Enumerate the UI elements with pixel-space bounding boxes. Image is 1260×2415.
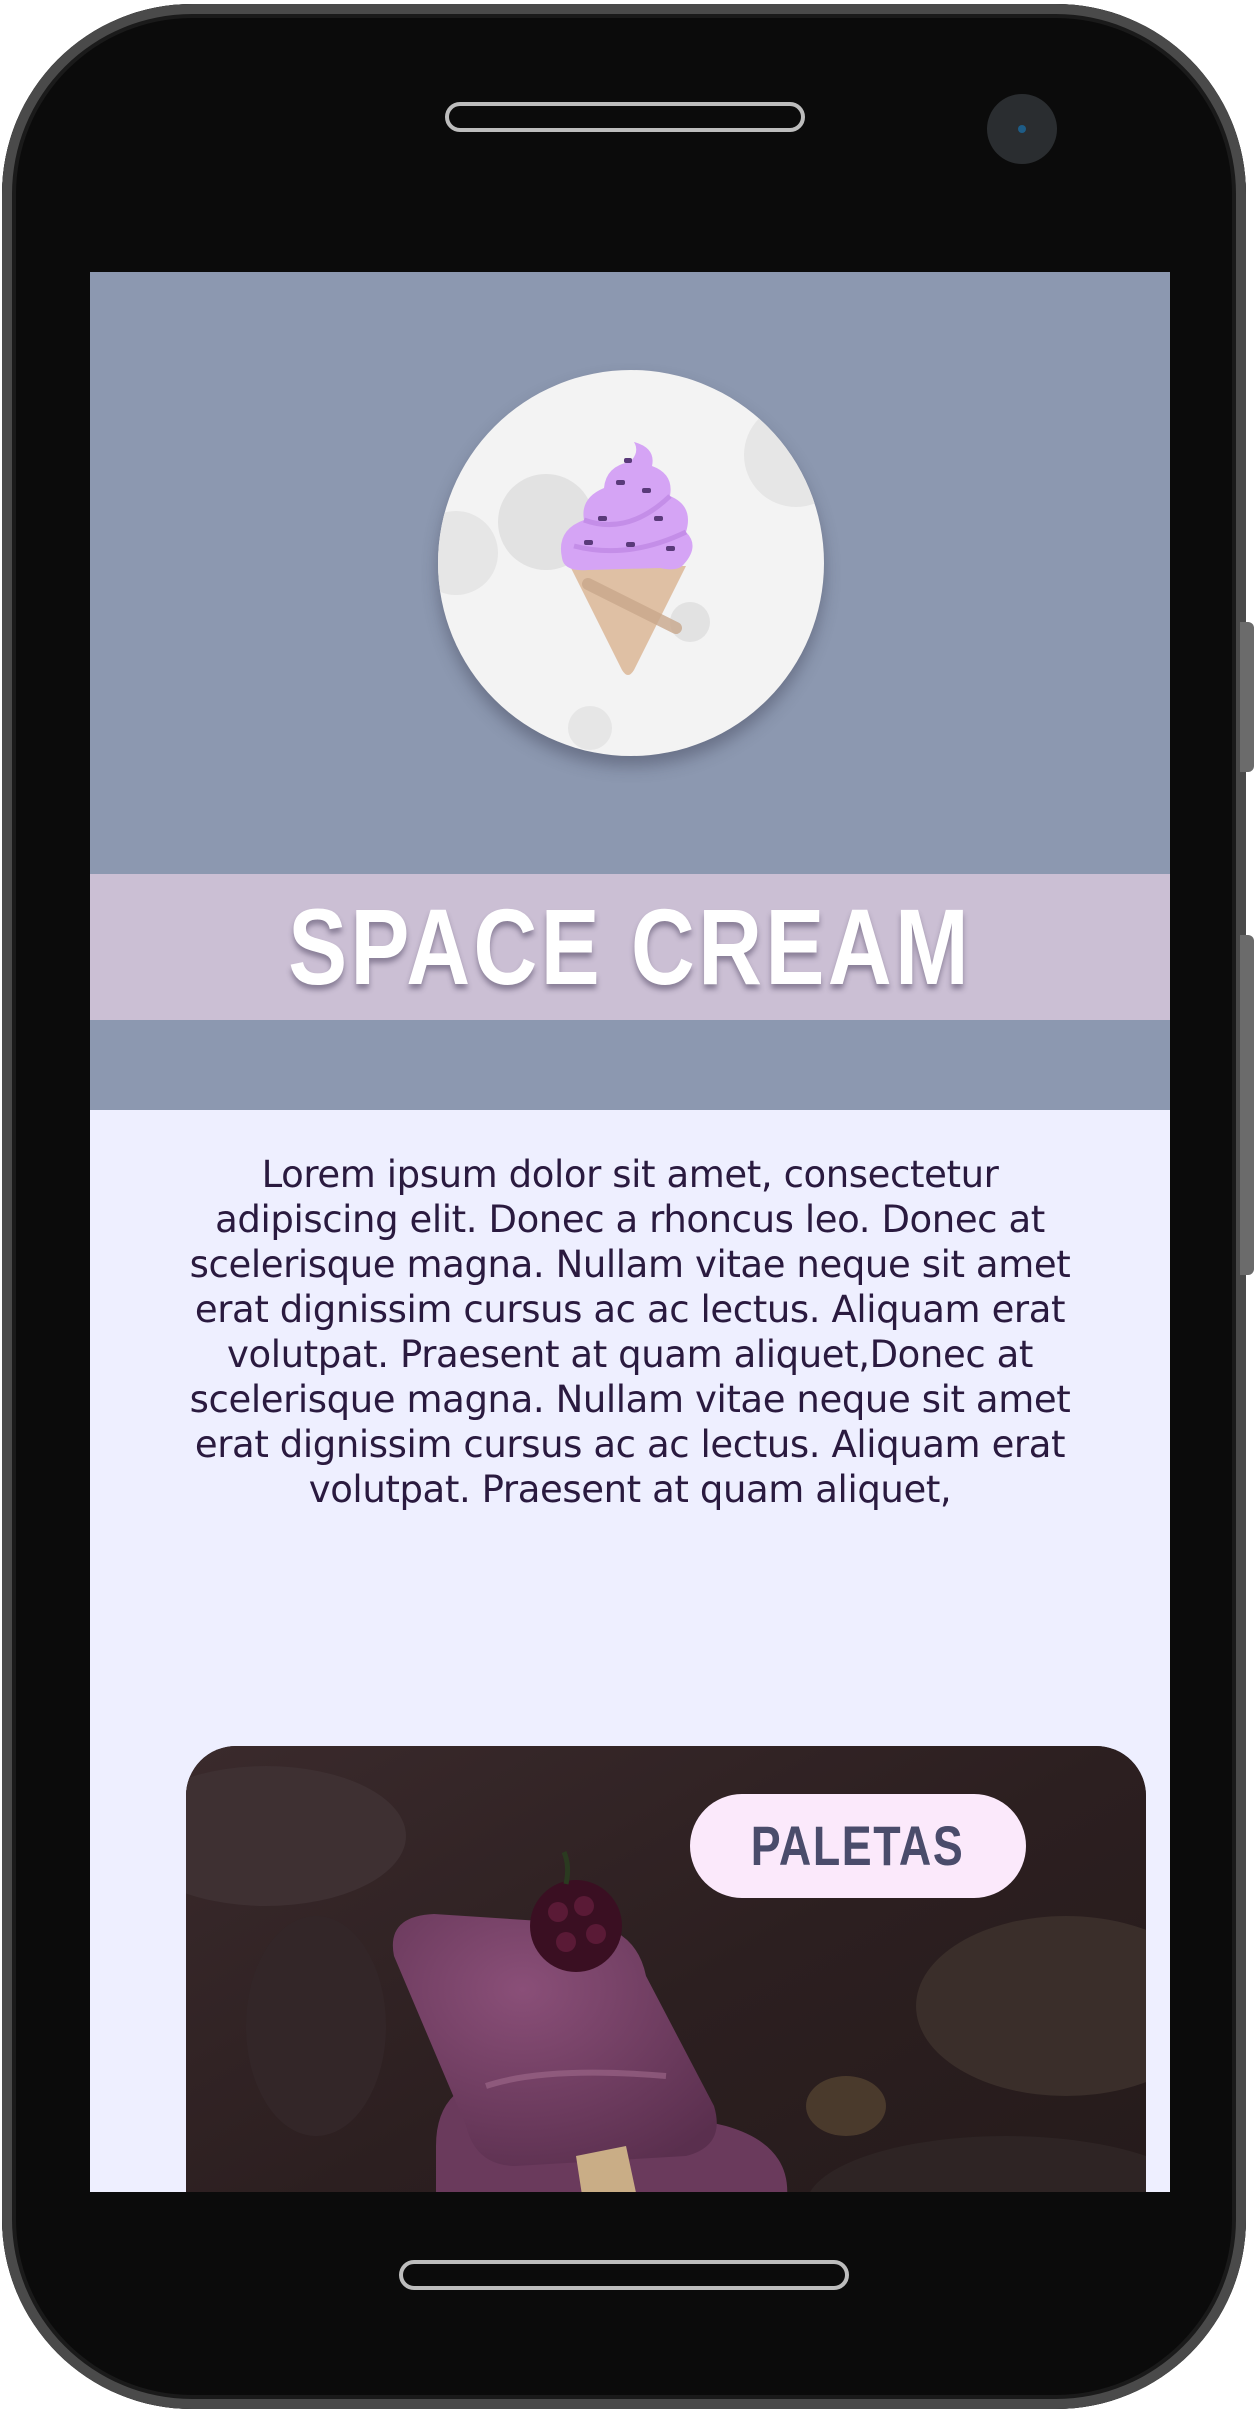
intro-paragraph: Lorem ipsum dolor sit amet, consectetur … <box>189 1153 1071 1511</box>
category-label: PALETAS <box>751 1814 965 1877</box>
earpiece-speaker <box>445 102 805 132</box>
ice-cream-cone-icon <box>438 403 824 750</box>
category-button-paletas[interactable]: PALETAS <box>690 1794 1026 1898</box>
app-screen: SPACE CREAM Lorem ipsum dolor sit amet, … <box>90 272 1170 2192</box>
app-title: SPACE CREAM <box>288 886 972 1007</box>
volume-button <box>1240 935 1254 1275</box>
logo-badge <box>438 370 824 756</box>
device-stage: SPACE CREAM Lorem ipsum dolor sit amet, … <box>0 0 1260 2415</box>
category-card-paletas[interactable]: PALETAS <box>186 1746 1146 2192</box>
power-button <box>1240 622 1254 772</box>
camera-lens <box>1018 125 1026 133</box>
bottom-speaker <box>399 2260 849 2290</box>
hero-header: SPACE CREAM <box>90 272 1170 1110</box>
title-banner: SPACE CREAM <box>90 874 1170 1020</box>
front-camera <box>987 94 1057 164</box>
